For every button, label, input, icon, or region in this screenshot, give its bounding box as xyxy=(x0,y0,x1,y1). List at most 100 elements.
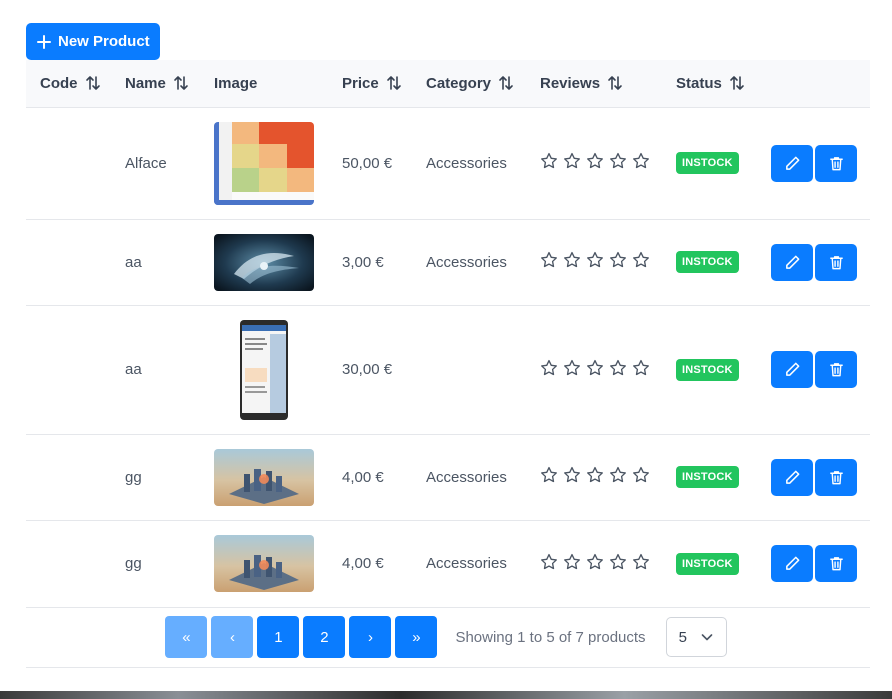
star-outline-icon[interactable] xyxy=(609,466,627,484)
star-outline-icon[interactable] xyxy=(586,152,604,170)
page-report: Showing 1 to 5 of 7 products xyxy=(455,628,646,646)
delete-button[interactable] xyxy=(815,545,857,582)
column-label: Price xyxy=(342,74,379,92)
star-outline-icon[interactable] xyxy=(540,553,558,571)
product-image xyxy=(214,535,314,592)
table-row: aa 30,00 € INSTOCK xyxy=(26,305,870,435)
rating-stars[interactable] xyxy=(540,152,650,170)
star-outline-icon[interactable] xyxy=(609,251,627,269)
cell-actions xyxy=(771,107,870,220)
table-row: aa 3,00 € Accessories INSTOCK xyxy=(26,219,870,306)
cell-category: Accessories xyxy=(426,107,540,220)
cell-category: Accessories xyxy=(426,520,540,608)
column-header-name[interactable]: Name xyxy=(125,60,214,108)
delete-button[interactable] xyxy=(815,351,857,388)
star-outline-icon[interactable] xyxy=(609,152,627,170)
sort-icon xyxy=(85,76,100,91)
column-header-status[interactable]: Status xyxy=(676,60,771,108)
column-header-actions xyxy=(771,60,870,108)
product-image xyxy=(214,233,314,291)
column-header-code[interactable]: Code xyxy=(26,60,125,108)
rating-stars[interactable] xyxy=(540,553,650,571)
star-outline-icon[interactable] xyxy=(609,553,627,571)
delete-button[interactable] xyxy=(815,458,857,496)
cell-image xyxy=(214,107,342,220)
trash-icon xyxy=(829,470,843,484)
trash-icon xyxy=(829,363,843,377)
rating-stars[interactable] xyxy=(540,466,650,484)
cell-price: 4,00 € xyxy=(342,520,426,608)
cell-price: 3,00 € xyxy=(342,219,426,306)
cell-image xyxy=(214,434,342,521)
page-button-2[interactable]: 2 xyxy=(303,616,346,658)
edit-button[interactable] xyxy=(771,545,813,582)
table-row: Alface 50,00 € Accessories INSTOCK xyxy=(26,107,870,220)
status-badge: INSTOCK xyxy=(676,152,739,174)
star-outline-icon[interactable] xyxy=(540,251,558,269)
product-image xyxy=(214,448,314,506)
chevron-down-icon xyxy=(701,634,712,641)
star-outline-icon[interactable] xyxy=(632,359,650,377)
star-outline-icon[interactable] xyxy=(632,553,650,571)
sort-icon xyxy=(608,76,622,91)
product-image xyxy=(214,121,314,205)
column-header-image: Image xyxy=(214,60,342,108)
star-outline-icon[interactable] xyxy=(540,359,558,377)
star-outline-icon[interactable] xyxy=(586,359,604,377)
column-header-category[interactable]: Category xyxy=(426,60,540,108)
rows-per-page-dropdown[interactable]: 5 xyxy=(665,617,727,657)
rating-stars[interactable] xyxy=(540,251,650,269)
cell-name: gg xyxy=(125,434,214,521)
star-outline-icon[interactable] xyxy=(609,359,627,377)
star-outline-icon[interactable] xyxy=(540,152,558,170)
delete-button[interactable] xyxy=(815,243,857,281)
rating-stars[interactable] xyxy=(540,359,650,377)
cell-actions xyxy=(771,305,870,435)
status-badge: INSTOCK xyxy=(676,466,739,488)
star-outline-icon[interactable] xyxy=(563,466,581,484)
column-header-reviews[interactable]: Reviews xyxy=(540,60,676,108)
star-outline-icon[interactable] xyxy=(563,359,581,377)
star-outline-icon[interactable] xyxy=(540,466,558,484)
status-badge: INSTOCK xyxy=(676,358,739,381)
first-page-button[interactable]: « xyxy=(165,616,208,658)
star-outline-icon[interactable] xyxy=(632,152,650,170)
edit-button[interactable] xyxy=(771,458,813,496)
cell-category: Accessories xyxy=(426,219,540,306)
status-badge: INSTOCK xyxy=(676,251,739,273)
new-product-label: New Product xyxy=(58,33,150,50)
star-outline-icon[interactable] xyxy=(632,466,650,484)
cell-code xyxy=(26,305,125,435)
rows-per-page-value: 5 xyxy=(678,628,687,646)
star-outline-icon[interactable] xyxy=(563,152,581,170)
trash-icon xyxy=(829,557,843,571)
edit-button[interactable] xyxy=(771,144,813,182)
star-outline-icon[interactable] xyxy=(586,251,604,269)
last-page-button[interactable]: » xyxy=(395,616,438,658)
pencil-icon xyxy=(785,362,799,376)
pencil-icon xyxy=(785,255,799,269)
cell-reviews xyxy=(540,219,676,306)
status-badge: INSTOCK xyxy=(676,552,739,575)
cell-actions xyxy=(771,434,870,521)
cell-actions xyxy=(771,520,870,608)
column-header-price[interactable]: Price xyxy=(342,60,426,108)
edit-button[interactable] xyxy=(771,351,813,388)
prev-page-button[interactable]: ‹ xyxy=(211,616,254,658)
table-row: gg 4,00 € Accessories INSTOCK xyxy=(26,434,870,521)
column-label: Reviews xyxy=(540,74,601,92)
delete-button[interactable] xyxy=(815,144,857,182)
cell-price: 30,00 € xyxy=(342,305,426,435)
edit-button[interactable] xyxy=(771,243,813,281)
sort-icon xyxy=(730,76,744,91)
column-label: Code xyxy=(40,74,78,92)
new-product-button[interactable]: New Product xyxy=(26,23,160,60)
star-outline-icon[interactable] xyxy=(563,553,581,571)
star-outline-icon[interactable] xyxy=(586,553,604,571)
star-outline-icon[interactable] xyxy=(586,466,604,484)
next-page-button[interactable]: › xyxy=(349,616,392,658)
star-outline-icon[interactable] xyxy=(632,251,650,269)
page-button-1[interactable]: 1 xyxy=(257,616,300,658)
product-image xyxy=(240,319,288,420)
star-outline-icon[interactable] xyxy=(563,251,581,269)
